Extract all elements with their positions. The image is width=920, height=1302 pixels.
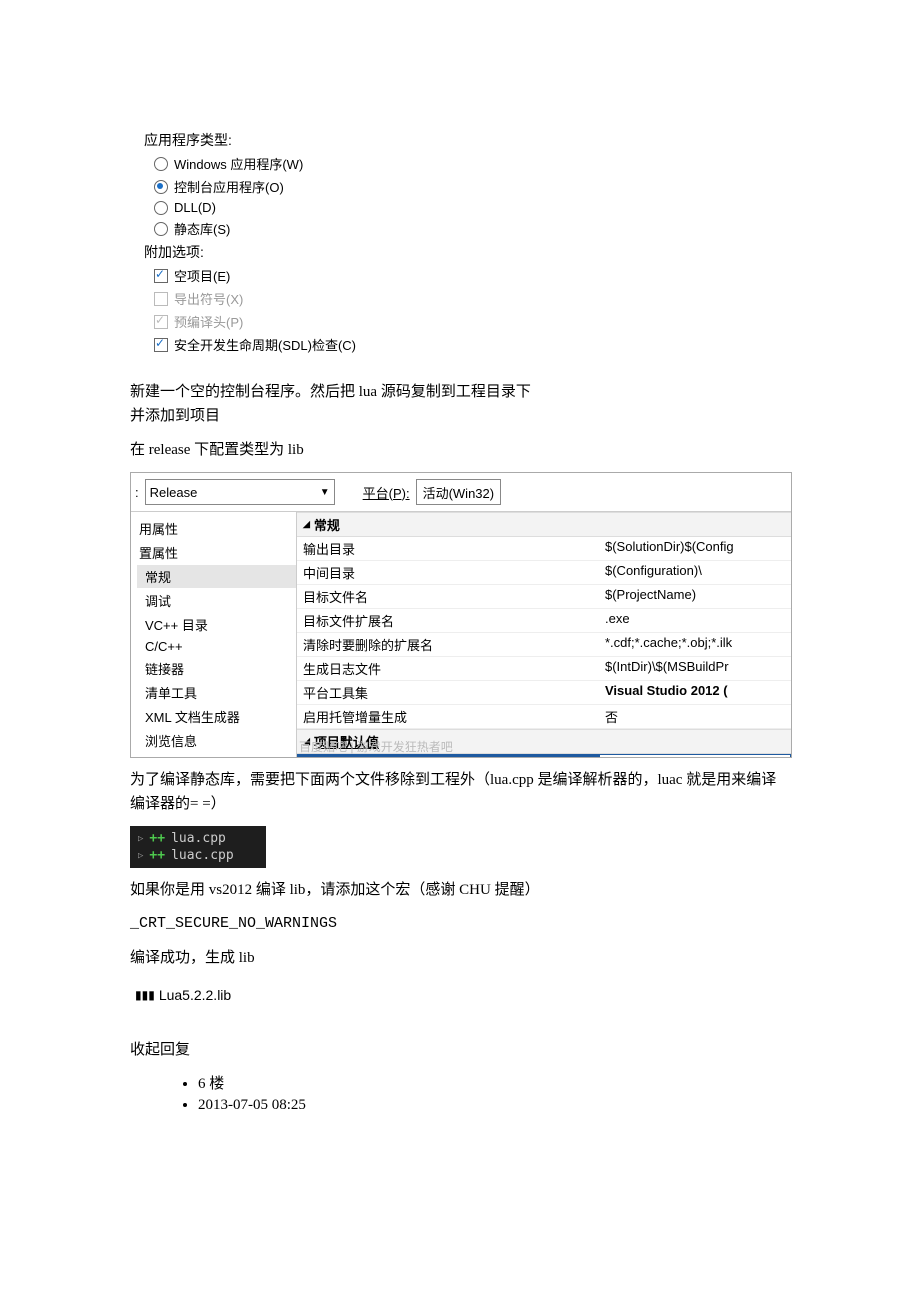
triangle-down-icon: ◢ bbox=[303, 519, 310, 530]
chk-sdl[interactable]: 安全开发生命周期(SDL)检查(C) bbox=[154, 335, 374, 354]
file-name: luac.cpp bbox=[171, 848, 234, 863]
platform-value: 活动(Win32) bbox=[423, 483, 495, 502]
file-name: lua.cpp bbox=[171, 831, 226, 846]
app-type-label: 应用程序类型: bbox=[144, 130, 374, 150]
tree-item[interactable]: 置属性 bbox=[131, 541, 296, 564]
project-properties: : Release ▼ 平台(P): 活动(Win32) 用属性 置属性 常规 … bbox=[130, 472, 792, 758]
tree-item[interactable]: 生成事件 bbox=[137, 753, 296, 758]
post-time: 2013-07-05 08:25 bbox=[198, 1097, 790, 1114]
para-5: 编译成功，生成 lib bbox=[130, 946, 790, 970]
prop-row: 输出目录$(SolutionDir)$(Config bbox=[297, 537, 791, 561]
config-combo[interactable]: Release ▼ bbox=[145, 479, 335, 505]
tree-item[interactable]: 浏览信息 bbox=[137, 729, 296, 752]
post-meta: 6 楼 2013-07-05 08:25 bbox=[158, 1072, 790, 1114]
tree-item[interactable]: C/C++ bbox=[137, 637, 296, 656]
lib-filename: Lua5.2.2.lib bbox=[159, 987, 231, 1003]
tree-item-general[interactable]: 常规 bbox=[137, 565, 296, 588]
chk-empty[interactable]: 空项目(E) bbox=[154, 266, 374, 285]
radio-icon bbox=[154, 222, 168, 236]
triangle-right-icon: ▷ bbox=[138, 851, 143, 861]
chk-pch-label: 预编译头(P) bbox=[174, 312, 243, 331]
chk-sdl-label: 安全开发生命周期(SDL)检查(C) bbox=[174, 335, 356, 354]
tree-item[interactable]: XML 文档生成器 bbox=[137, 705, 296, 728]
output-lib-file: ▮▮▮ Lua5.2.2.lib bbox=[130, 984, 236, 1006]
library-icon: ▮▮▮ bbox=[135, 988, 155, 1002]
chk-empty-label: 空项目(E) bbox=[174, 266, 230, 285]
para-1: 新建一个空的控制台程序。然后把 lua 源码复制到工程目录下 并添加到项目 bbox=[130, 380, 790, 428]
plus-icon: ++ bbox=[149, 831, 165, 846]
para-3: 为了编译静态库，需要把下面两个文件移除到工程外（lua.cpp 是编译解析器的，… bbox=[130, 768, 790, 816]
platform-field[interactable]: 活动(Win32) bbox=[416, 479, 502, 505]
tree-item[interactable]: 用属性 bbox=[131, 517, 296, 540]
checkbox-icon bbox=[154, 338, 168, 352]
macro-name: _CRT_SECURE_NO_WARNINGS bbox=[130, 912, 790, 936]
chk-pch: 预编译头(P) bbox=[154, 312, 374, 331]
checkbox-icon bbox=[154, 269, 168, 283]
prop-row: 生成日志文件$(IntDir)\$(MSBuildPr bbox=[297, 657, 791, 681]
opt-console[interactable]: 控制台应用程序(O) bbox=[154, 177, 374, 196]
props-toolbar: : Release ▼ 平台(P): 活动(Win32) bbox=[131, 473, 791, 512]
chk-export-label: 导出符号(X) bbox=[174, 289, 243, 308]
tree-item[interactable]: 清单工具 bbox=[137, 681, 296, 704]
props-grid: ◢ 常规 输出目录$(SolutionDir)$(Config 中间目录$(Co… bbox=[297, 512, 791, 757]
props-tree[interactable]: 用属性 置属性 常规 调试 VC++ 目录 C/C++ 链接器 清单工具 XML… bbox=[131, 512, 297, 757]
prop-row: 启用托管增量生成否 bbox=[297, 705, 791, 729]
para-4a: 如果你是用 vs2012 编译 lib，请添加这个宏（感谢 CHU 提醒） bbox=[130, 878, 790, 902]
list-item[interactable]: ▷ ++ lua.cpp bbox=[138, 830, 258, 847]
app-type-dialog: 应用程序类型: Windows 应用程序(W) 控制台应用程序(O) DLL(D… bbox=[130, 120, 388, 370]
platform-label: 平台(P): bbox=[363, 483, 410, 502]
checkbox-icon bbox=[154, 315, 168, 329]
triangle-right-icon: ▷ bbox=[138, 834, 143, 844]
opt-windows[interactable]: Windows 应用程序(W) bbox=[154, 154, 374, 173]
chevron-down-icon: ▼ bbox=[320, 487, 330, 498]
para-2: 在 release 下配置类型为 lib bbox=[130, 438, 790, 462]
watermark: 百度贴吧 | 游戏开发狂热者吧 bbox=[299, 738, 453, 755]
opt-windows-label: Windows 应用程序(W) bbox=[174, 154, 303, 173]
prop-row: 目标文件扩展名.exe bbox=[297, 609, 791, 633]
prop-row: 平台工具集Visual Studio 2012 ( bbox=[297, 681, 791, 705]
collapse-reply[interactable]: 收起回复 bbox=[130, 1038, 790, 1062]
radio-icon bbox=[154, 201, 168, 215]
post-floor: 6 楼 bbox=[198, 1072, 790, 1093]
tree-item[interactable]: 链接器 bbox=[137, 657, 296, 680]
prop-row: 清除时要删除的扩展名*.cdf;*.cache;*.obj;*.ilk bbox=[297, 633, 791, 657]
radio-icon bbox=[154, 157, 168, 171]
checkbox-icon bbox=[154, 292, 168, 306]
config-value: Release bbox=[150, 485, 198, 500]
tree-item[interactable]: 调试 bbox=[137, 589, 296, 612]
radio-icon bbox=[154, 180, 168, 194]
list-item[interactable]: ▷ ++ luac.cpp bbox=[138, 847, 258, 864]
add-opts-label: 附加选项: bbox=[144, 242, 374, 262]
prop-row: 中间目录$(Configuration)\ bbox=[297, 561, 791, 585]
opt-static-label: 静态库(S) bbox=[174, 219, 230, 238]
tree-item[interactable]: VC++ 目录 bbox=[137, 613, 296, 636]
opt-dll[interactable]: DLL(D) bbox=[154, 200, 374, 215]
opt-dll-label: DLL(D) bbox=[174, 200, 216, 215]
prop-row: 目标文件名$(ProjectName) bbox=[297, 585, 791, 609]
category-general[interactable]: ◢ 常规 bbox=[297, 512, 791, 537]
plus-icon: ++ bbox=[149, 848, 165, 863]
excluded-files: ▷ ++ lua.cpp ▷ ++ luac.cpp bbox=[130, 826, 266, 868]
chk-export: 导出符号(X) bbox=[154, 289, 374, 308]
opt-console-label: 控制台应用程序(O) bbox=[174, 177, 284, 196]
opt-static[interactable]: 静态库(S) bbox=[154, 219, 374, 238]
